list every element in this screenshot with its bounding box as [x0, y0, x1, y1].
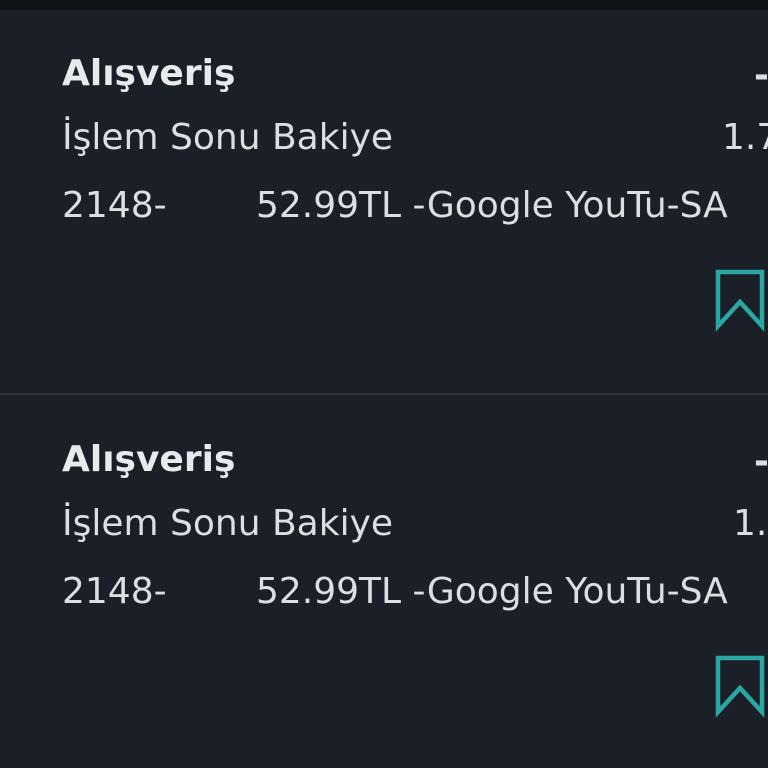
top-edge: [0, 0, 768, 10]
card-code: 2148-: [62, 185, 167, 226]
card-code: 2148-: [62, 571, 167, 612]
transaction-amount: -: [754, 55, 768, 96]
transaction-item[interactable]: Alışveriş - İşlem Sonu Bakiye 1.7 2148- 5…: [0, 10, 768, 395]
bookmark-icon[interactable]: [714, 654, 766, 718]
transaction-category: Alışveriş: [62, 439, 236, 480]
balance-value: 1.7: [722, 117, 768, 158]
bookmark-icon[interactable]: [714, 268, 766, 332]
transaction-description: 52.99TL -Google YouTu-SA: [256, 571, 728, 612]
transaction-description: 52.99TL -Google YouTu-SA: [256, 185, 728, 226]
transaction-list-screen: Alışveriş - İşlem Sonu Bakiye 1.7 2148- 5…: [0, 0, 768, 768]
balance-value: 1.8: [733, 503, 768, 544]
divider: [0, 393, 768, 395]
balance-label: İşlem Sonu Bakiye: [62, 503, 394, 544]
transaction-item[interactable]: Alışveriş - İşlem Sonu Bakiye 1.8 2148- 5…: [0, 396, 768, 768]
transaction-amount: -: [754, 441, 768, 482]
balance-label: İşlem Sonu Bakiye: [62, 117, 394, 158]
transaction-description-row: 2148- 52.99TL -Google YouTu-SA: [62, 574, 728, 610]
transaction-category: Alışveriş: [62, 53, 236, 94]
transaction-description-row: 2148- 52.99TL -Google YouTu-SA: [62, 188, 728, 224]
